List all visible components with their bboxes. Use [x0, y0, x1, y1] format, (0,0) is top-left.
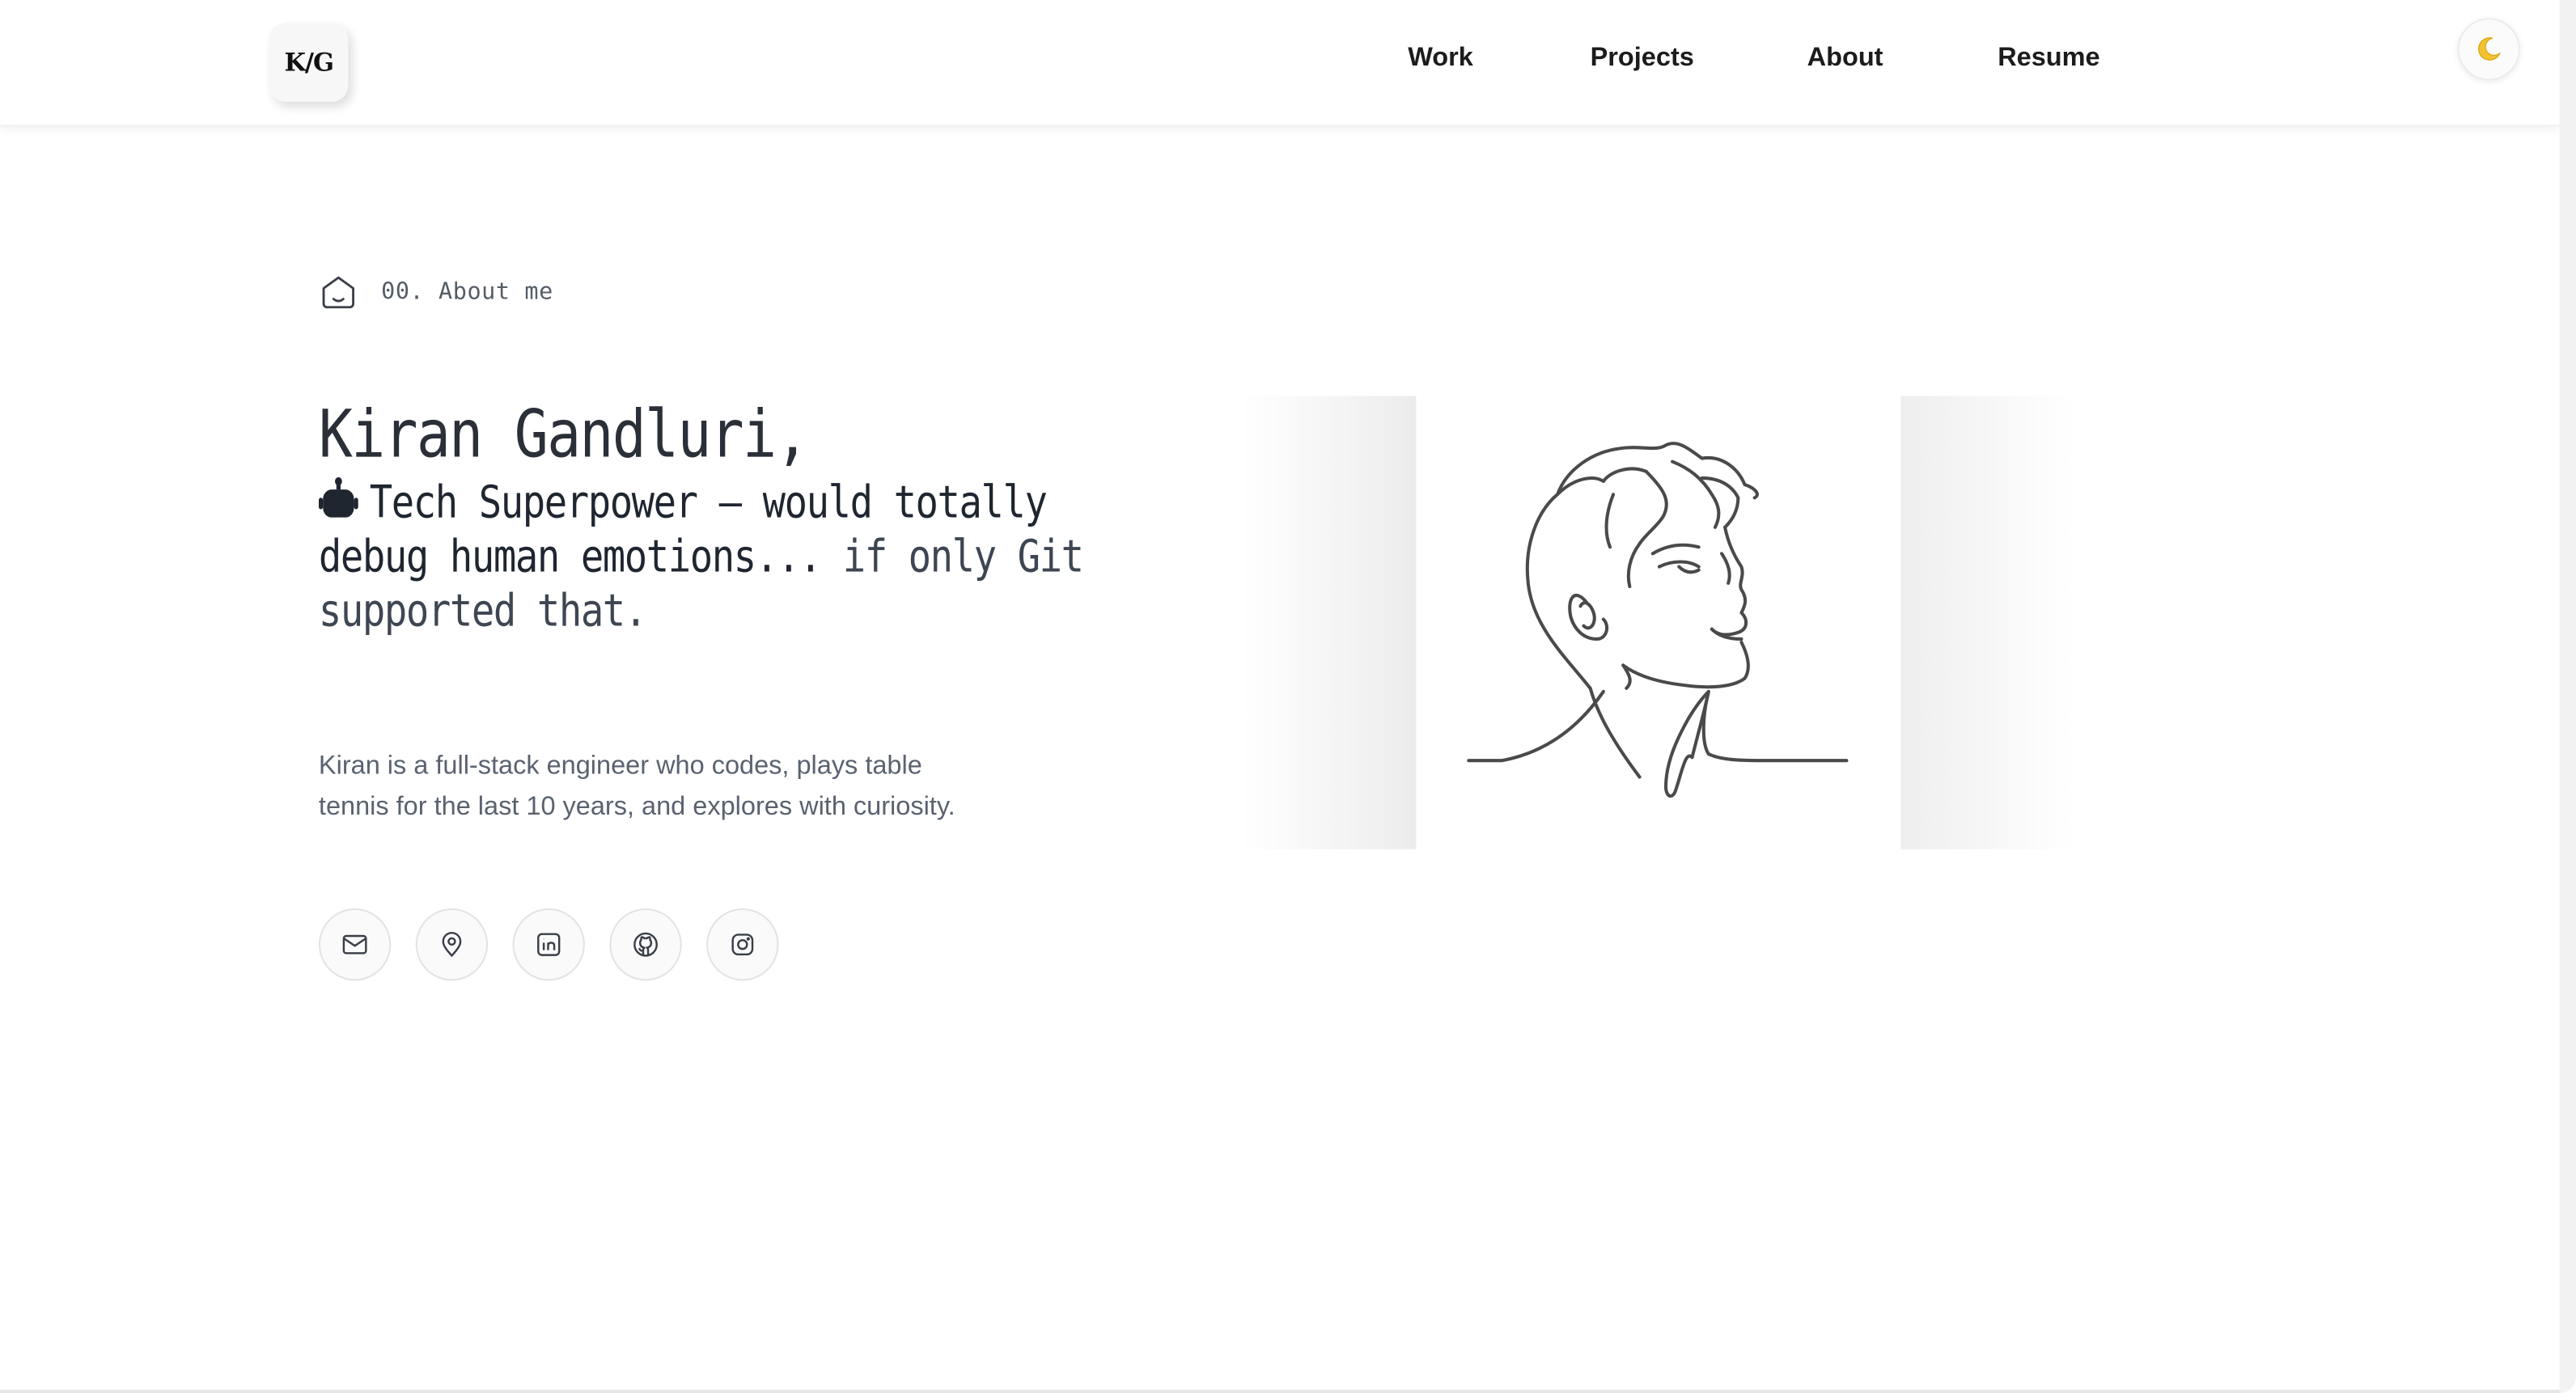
- scrollbar-track[interactable]: [2559, 0, 2576, 1393]
- github-icon: [633, 932, 658, 957]
- portrait-side-shadow-right: [1899, 396, 2074, 849]
- hero-bio: Kiran is a full-stack engineer who codes…: [318, 752, 955, 822]
- page-bottom-divider: [0, 1389, 2560, 1393]
- linkedin-icon: [537, 933, 561, 956]
- social-links: [318, 908, 779, 981]
- home-icon: [322, 276, 355, 309]
- location-link[interactable]: [415, 908, 489, 981]
- linkedin-link[interactable]: [512, 908, 585, 981]
- instagram-icon: [731, 934, 754, 956]
- robot-icon: [318, 476, 358, 518]
- section-label-text: 00. About me: [381, 279, 553, 306]
- top-nav-bar: K/G Work Projects About Resume: [0, 0, 2560, 127]
- hero-tagline: Tech Superpower — would totally debug hu…: [318, 476, 1110, 639]
- mail-icon: [342, 934, 367, 955]
- nav-item-resume[interactable]: Resume: [1998, 44, 2099, 74]
- github-link[interactable]: [609, 908, 682, 981]
- portrait-side-shadow-left: [1242, 396, 1417, 849]
- moon-icon: [2478, 37, 2501, 61]
- location-pin-icon: [442, 932, 462, 958]
- section-label: 00. About me: [319, 273, 553, 312]
- hero-name: Kiran Gandluri,: [318, 397, 809, 473]
- nav-item-work[interactable]: Work: [1408, 44, 1473, 74]
- nav-item-about[interactable]: About: [1807, 44, 1883, 74]
- nav-item-projects[interactable]: Projects: [1591, 44, 1694, 74]
- theme-toggle-button[interactable]: [2457, 18, 2520, 81]
- portrait-frame: [1242, 396, 2074, 849]
- line-art-portrait: [1467, 442, 1849, 798]
- site-logo[interactable]: K/G: [269, 23, 349, 102]
- page: K/G Work Projects About Resume 00. About…: [0, 0, 2576, 1393]
- instagram-link[interactable]: [706, 908, 779, 981]
- portrait-card: [1416, 396, 1901, 849]
- email-link[interactable]: [318, 908, 392, 981]
